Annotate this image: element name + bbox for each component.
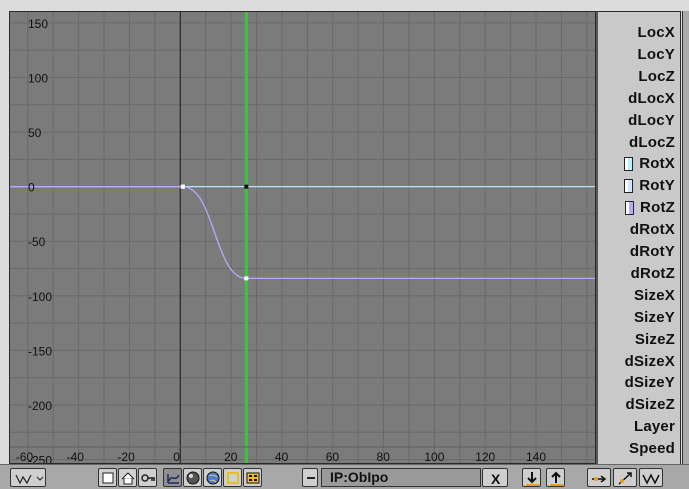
x-tick-label: 60 (326, 450, 340, 464)
channel-scrollbar[interactable] (682, 11, 689, 464)
channel-color-swatch[interactable] (625, 201, 635, 216)
y-tick-label: 50 (28, 126, 42, 140)
sequence-button[interactable] (243, 468, 262, 487)
channel-dlocy[interactable]: dLocY (628, 110, 675, 132)
curve-button[interactable] (163, 468, 182, 487)
channel-label: dSizeY (624, 374, 675, 392)
y-tick-label: -150 (28, 344, 52, 358)
x-tick-label: -60 (16, 450, 34, 464)
curve-rotz (10, 186, 595, 279)
channel-label: Speed (628, 440, 675, 458)
x-tick-label: -20 (117, 450, 135, 464)
ipo-curve-graph[interactable]: 150 100 50 0 -50 -100 -150 -200 -250 -60 -40 -20 0 20… (9, 11, 596, 464)
y-tick-label: -100 (28, 290, 52, 304)
channel-label: LocZ (638, 67, 675, 85)
channel-speed[interactable]: Speed (629, 438, 675, 460)
ipo-browse-button[interactable] (302, 468, 318, 487)
channel-locy[interactable]: LocY (638, 44, 675, 66)
x-tick-label: 140 (526, 450, 546, 464)
channel-roty[interactable]: RotY (624, 175, 675, 197)
channel-label: SizeY (633, 308, 675, 326)
channel-dlocz[interactable]: dLocZ (629, 132, 675, 154)
channel-locz[interactable]: LocZ (638, 66, 675, 88)
world-button[interactable] (118, 468, 137, 487)
channel-drotx[interactable]: dRotX (630, 219, 675, 241)
x-tick-label: 0 (173, 450, 180, 464)
cyclic-button[interactable] (639, 468, 663, 487)
channel-label: RotX (639, 155, 675, 173)
keyframe-point (180, 184, 185, 189)
channel-label: dSizeZ (625, 396, 675, 414)
channel-color-swatch[interactable] (624, 157, 634, 172)
y-tick-label: 0 (28, 181, 35, 195)
delete-ipo-button[interactable]: X (482, 468, 508, 487)
channel-label: dRotY (629, 243, 675, 260)
y-tick-label: -50 (28, 235, 46, 249)
x-tick-label: 80 (377, 450, 391, 464)
channel-label: dRotZ (630, 264, 675, 282)
x-tick-label: 20 (224, 450, 238, 464)
y-tick-label: -200 (28, 399, 52, 413)
delete-label: X (491, 471, 501, 487)
channel-label: dLocX (628, 89, 675, 107)
channel-label: SizeX (633, 286, 675, 304)
channel-droty[interactable]: dRotY (630, 241, 675, 263)
keyframe-point (244, 276, 249, 281)
window-type-button[interactable] (10, 468, 46, 487)
channel-sizey[interactable]: SizeY (634, 307, 675, 329)
channel-dlocx[interactable]: dLocX (628, 88, 675, 110)
object-button[interactable] (98, 468, 117, 487)
channel-label: dLocZ (629, 133, 675, 151)
y-tick-label: 150 (28, 17, 48, 31)
x-tick-label: -40 (67, 450, 85, 464)
channel-label: dLocY (628, 111, 675, 129)
channel-dsizey[interactable]: dSizeY (625, 372, 675, 394)
channel-dsizex[interactable]: dSizeX (625, 351, 675, 373)
y-tick-label: 100 (28, 71, 48, 85)
x-tick-label: 120 (475, 450, 495, 464)
world-sphere-button[interactable] (203, 468, 222, 487)
ipo-chart[interactable]: 150100500-50-100-150-200-250-60 -40 -20 0 20… (10, 12, 596, 464)
x-tick-label: 40 (275, 450, 289, 464)
channel-label: LocX (637, 24, 675, 41)
channel-list[interactable]: LocX LocY LocZ dLocX dLocY dLocZ RotX RotY RotZ d… (596, 11, 681, 464)
channel-color-swatch[interactable] (624, 179, 634, 194)
channel-label: dSizeX (624, 352, 675, 370)
channel-drotz[interactable]: dRotZ (631, 263, 675, 285)
channel-locx[interactable]: LocX (638, 22, 675, 44)
channel-label: SizeZ (634, 330, 675, 348)
channel-sizex[interactable]: SizeX (634, 285, 675, 307)
x-tick-label: 100 (424, 450, 444, 464)
ipo-header: IP:ObIpo X (0, 464, 689, 489)
channel-layer[interactable]: Layer (634, 416, 675, 438)
material-button[interactable] (183, 468, 202, 487)
copy-down-button[interactable] (522, 468, 541, 487)
extrapolation-linear-button[interactable] (613, 468, 637, 487)
channel-label: Layer (633, 418, 675, 436)
channel-sizez[interactable]: SizeZ (635, 329, 675, 351)
ipo-window: 150 100 50 0 -50 -100 -150 -200 -250 -60 -40 -20 0 20… (0, 0, 689, 489)
channel-label: dRotX (629, 221, 675, 239)
channel-label: RotZ (640, 199, 675, 217)
channel-rotz[interactable]: RotZ (625, 197, 675, 219)
channel-rotx[interactable]: RotX (624, 153, 675, 175)
key-button[interactable] (138, 468, 157, 487)
lamp-button[interactable] (223, 468, 242, 487)
keyframe-point (244, 184, 249, 189)
copy-up-button[interactable] (546, 468, 565, 487)
channel-label: LocY (637, 45, 675, 63)
extrapolation-constant-button[interactable] (587, 468, 611, 487)
channel-dsizez[interactable]: dSizeZ (625, 394, 675, 416)
ipo-name-field[interactable]: IP:ObIpo (321, 468, 481, 487)
channel-label: RotY (639, 177, 675, 195)
